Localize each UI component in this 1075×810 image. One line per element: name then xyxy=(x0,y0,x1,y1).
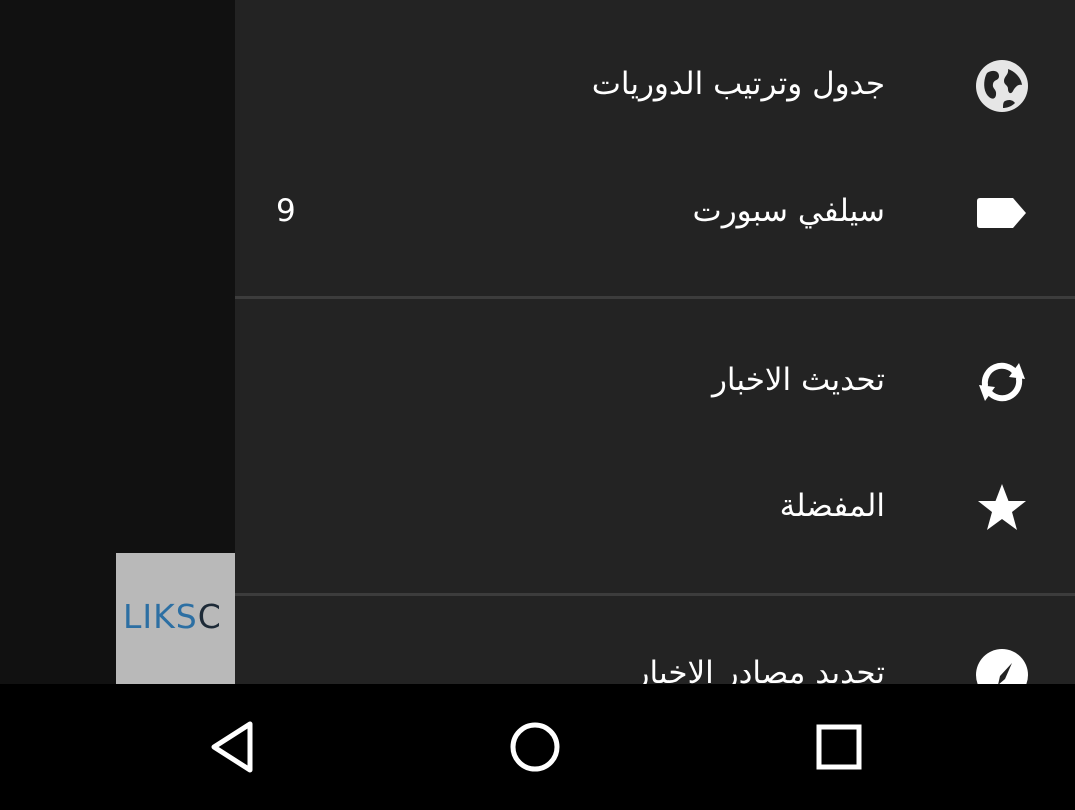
menu-item-selfie-sport[interactable]: 9 سيلفي سبورت xyxy=(235,150,1075,276)
menu-item-label: تحديد مصادر الاخبار xyxy=(634,655,885,684)
menu-item-news-sources[interactable]: تحديد مصادر الاخبار xyxy=(235,612,1075,684)
menu-item-label: المفضلة xyxy=(779,488,885,525)
back-icon[interactable] xyxy=(202,714,268,780)
section-divider xyxy=(235,593,1075,596)
navigation-drawer: جدول وترتيب الدوريات 9 سيلفي سبورت تحديث… xyxy=(235,0,1075,684)
label-tag-icon xyxy=(977,198,1026,228)
home-icon[interactable] xyxy=(502,714,568,780)
item-count: 9 xyxy=(276,193,296,230)
compass-icon xyxy=(976,649,1028,684)
recents-icon[interactable] xyxy=(806,714,872,780)
menu-item-leagues-tables[interactable]: جدول وترتيب الدوريات xyxy=(235,23,1075,149)
menu-item-label: سيلفي سبورت xyxy=(692,193,885,230)
menu-item-favorites[interactable]: المفضلة xyxy=(235,445,1075,571)
menu-item-label: جدول وترتيب الدوريات xyxy=(591,66,885,103)
section-divider xyxy=(235,296,1075,299)
star-icon xyxy=(978,484,1026,530)
system-navigation-bar xyxy=(0,684,1075,810)
refresh-icon xyxy=(979,362,1025,402)
ad-banner-text: LIKSC xyxy=(123,597,222,636)
globe-icon xyxy=(976,60,1028,112)
menu-item-refresh-news[interactable]: تحديث الاخبار xyxy=(235,319,1075,445)
menu-item-label: تحديث الاخبار xyxy=(711,362,885,399)
